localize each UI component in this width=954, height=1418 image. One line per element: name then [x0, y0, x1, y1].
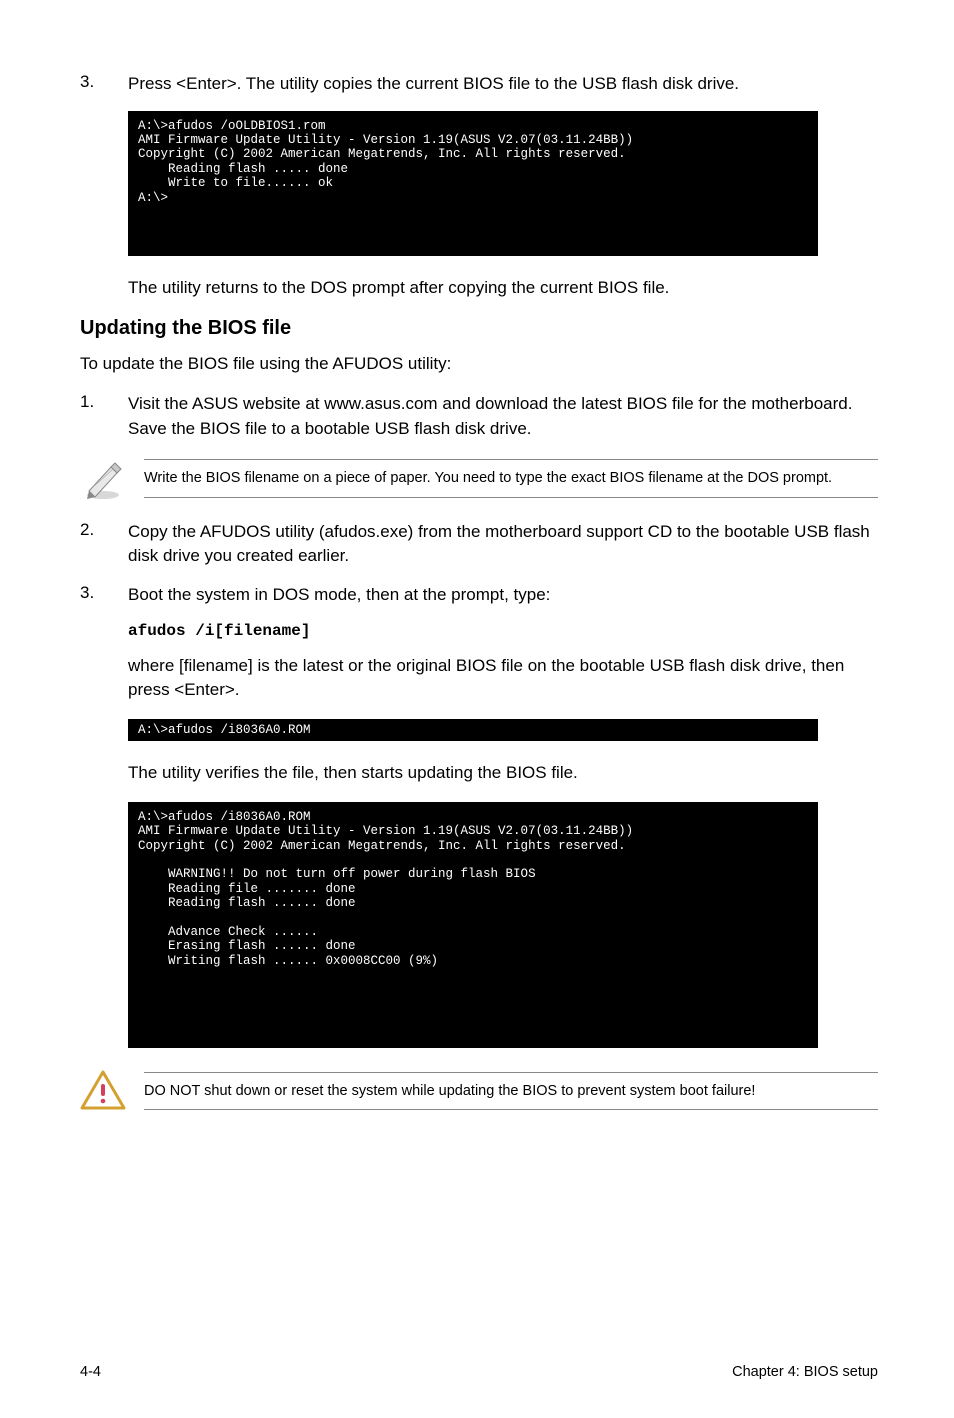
pencil-icon: [80, 456, 126, 502]
page-number: 4-4: [80, 1364, 101, 1380]
step-text: Copy the AFUDOS utility (afudos.exe) fro…: [128, 520, 878, 569]
terminal-output-3: A:\>afudos /i8036A0.ROM AMI Firmware Upd…: [128, 802, 818, 1048]
step-number: 1.: [80, 392, 128, 441]
note-text: Write the BIOS filename on a piece of pa…: [144, 459, 878, 497]
step-3: 3. Press <Enter>. The utility copies the…: [80, 72, 878, 97]
paragraph: The utility returns to the DOS prompt af…: [128, 276, 878, 301]
step-1: 1. Visit the ASUS website at www.asus.co…: [80, 392, 878, 441]
note-text: DO NOT shut down or reset the system whi…: [144, 1072, 878, 1110]
step-2: 2. Copy the AFUDOS utility (afudos.exe) …: [80, 520, 878, 569]
step-3b: 3. Boot the system in DOS mode, then at …: [80, 583, 878, 608]
warning-icon: [80, 1068, 126, 1114]
terminal-output-2: A:\>afudos /i8036A0.ROM: [128, 719, 818, 741]
step-text: Boot the system in DOS mode, then at the…: [128, 583, 550, 608]
terminal-output-1: A:\>afudos /oOLDBIOS1.rom AMI Firmware U…: [128, 111, 818, 256]
chapter-label: Chapter 4: BIOS setup: [732, 1364, 878, 1380]
intro-paragraph: To update the BIOS file using the AFUDOS…: [80, 352, 878, 377]
step-text: Press <Enter>. The utility copies the cu…: [128, 72, 739, 97]
command-code: afudos /i[filename]: [128, 622, 878, 640]
step-text: Visit the ASUS website at www.asus.com a…: [128, 392, 878, 441]
note-box-pencil: Write the BIOS filename on a piece of pa…: [80, 456, 878, 502]
section-heading: Updating the BIOS file: [80, 317, 878, 340]
paragraph: where [filename] is the latest or the or…: [128, 654, 878, 703]
page-footer: 4-4 Chapter 4: BIOS setup: [80, 1364, 878, 1380]
step-number: 3.: [80, 72, 128, 97]
note-box-warning: DO NOT shut down or reset the system whi…: [80, 1068, 878, 1114]
step-number: 3.: [80, 583, 128, 608]
paragraph: The utility verifies the file, then star…: [128, 761, 878, 786]
step-number: 2.: [80, 520, 128, 569]
